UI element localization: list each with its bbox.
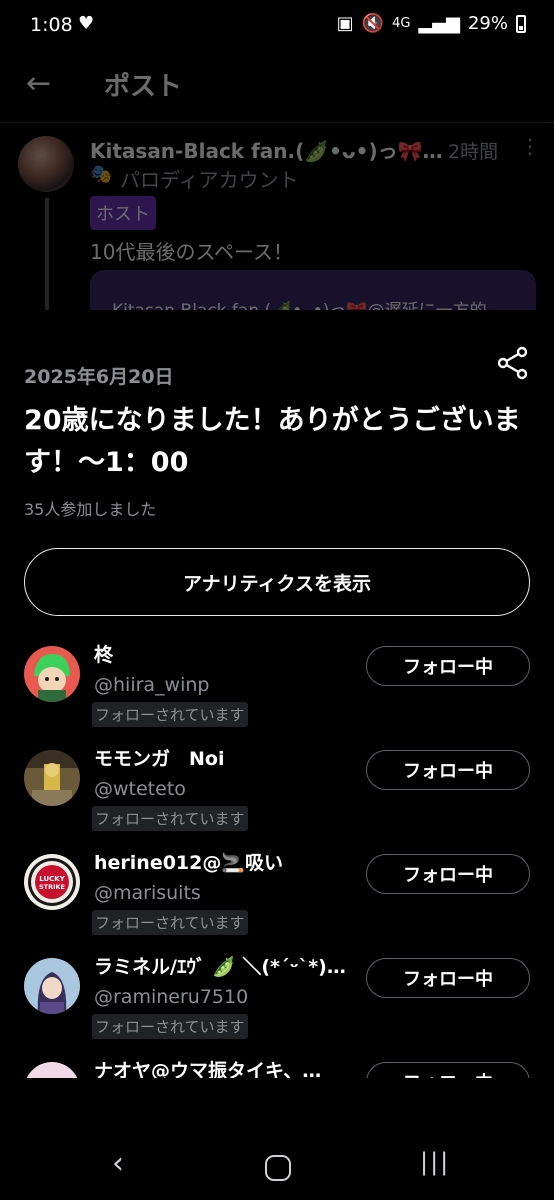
list-item[interactable]: LUCKY STRIKE herine012@🚬吸い @marisuits フォ… <box>0 848 554 952</box>
svg-text:LUCKY: LUCKY <box>39 875 65 883</box>
avatar-image <box>24 646 80 702</box>
more-options-icon[interactable]: ⋮ <box>520 134 540 158</box>
user-handle: @wteteto <box>94 778 186 800</box>
thread-line <box>45 198 49 310</box>
battery-icon <box>516 14 526 33</box>
user-name[interactable]: ナオヤ@ウマ振タイキ、… <box>94 1056 321 1078</box>
parody-label: パロディアカウント <box>120 168 299 192</box>
host-badge: ホスト <box>90 196 156 230</box>
battery-percent: 29% <box>467 13 508 34</box>
nav-back-icon[interactable]: ‹ <box>112 1146 124 1181</box>
status-bar: 1:08 ♥ ▣ 🔇 4G ▂▄▆ 29% <box>0 0 554 52</box>
user-name[interactable]: herine012@🚬吸い <box>94 848 283 875</box>
nav-recent-icon[interactable]: ||| <box>420 1148 450 1176</box>
list-item[interactable]: 柊 @hiira_winp フォローされています フォロー中 <box>0 640 554 744</box>
participant-count: 35人参加しました <box>24 500 157 519</box>
status-time: 1:08 <box>30 14 73 36</box>
avatar[interactable]: LUCKY STRIKE <box>24 854 80 910</box>
avatar[interactable] <box>24 958 80 1014</box>
heart-icon: ♥ <box>78 13 95 34</box>
post-author-avatar[interactable] <box>18 136 74 192</box>
follows-you-badge: フォローされています <box>92 806 248 831</box>
header-divider <box>0 122 554 123</box>
list-item[interactable]: モモンガ Noi @wteteto フォローされています フォロー中 <box>0 744 554 848</box>
view-analytics-button[interactable]: アナリティクスを表示 <box>24 548 530 616</box>
signal-icon: ▂▄▆ <box>418 13 460 34</box>
list-item[interactable]: ラミネル/ｴｳﾞ 🫛 ＼(*ˊᵕˋ*)／… @ramineru7510 フォロー… <box>0 952 554 1056</box>
avatar[interactable] <box>24 646 80 702</box>
user-handle: @hiira_winp <box>94 674 210 696</box>
avatar[interactable] <box>24 1062 80 1078</box>
post-text: 10代最後のスペース！ <box>90 240 294 264</box>
following-button[interactable]: フォロー中 <box>366 750 530 790</box>
user-name[interactable]: モモンガ Noi <box>94 744 224 771</box>
parody-mask-icon: 🎭 <box>90 164 113 185</box>
follows-you-badge: フォローされています <box>92 910 248 935</box>
sim-icon: ▣ <box>336 13 354 34</box>
space-title: 20歳になりました！ありがとうございます！〜1：00 <box>24 405 521 478</box>
lucky-strike-logo: LUCKY STRIKE <box>24 854 80 910</box>
share-icon[interactable] <box>496 346 530 380</box>
user-name[interactable]: ラミネル/ｴｳﾞ 🫛 ＼(*ˊᵕˋ*)／… <box>94 952 354 979</box>
back-arrow-icon[interactable]: ← <box>26 66 51 101</box>
space-date: 2025年6月20日 <box>24 366 174 388</box>
svg-text:STRIKE: STRIKE <box>39 883 65 891</box>
avatar-image <box>24 958 80 1014</box>
network-label: 4G <box>392 16 411 31</box>
post-author-name[interactable]: Kitasan-Black fan.(🫛•ᴗ•)っ🎀@… <box>90 135 450 164</box>
mute-icon: 🔇 <box>361 13 385 34</box>
following-button[interactable]: フォロー中 <box>366 646 530 686</box>
user-name[interactable]: 柊 <box>94 640 113 667</box>
list-item[interactable]: ナオヤ@ウマ振タイキ、… フォロー中 <box>0 1056 554 1078</box>
user-handle: @marisuits <box>94 882 201 904</box>
following-button[interactable]: フォロー中 <box>366 854 530 894</box>
avatar[interactable] <box>24 750 80 806</box>
user-handle: @ramineru7510 <box>94 986 249 1008</box>
nav-home-icon[interactable] <box>265 1155 291 1181</box>
follows-you-badge: フォローされています <box>92 702 248 727</box>
participant-list[interactable]: 柊 @hiira_winp フォローされています フォロー中 モモンガ Noi … <box>0 640 554 1078</box>
follows-you-badge: フォローされています <box>92 1014 248 1039</box>
following-button[interactable]: フォロー中 <box>366 958 530 998</box>
page-title: ポスト <box>104 72 183 102</box>
following-button[interactable]: フォロー中 <box>366 1062 530 1078</box>
post-time: 2時間 <box>448 141 499 163</box>
status-indicators: ▣ 🔇 4G ▂▄▆ 29% <box>337 13 526 34</box>
avatar-image <box>24 750 80 806</box>
avatar-image <box>24 1062 80 1078</box>
